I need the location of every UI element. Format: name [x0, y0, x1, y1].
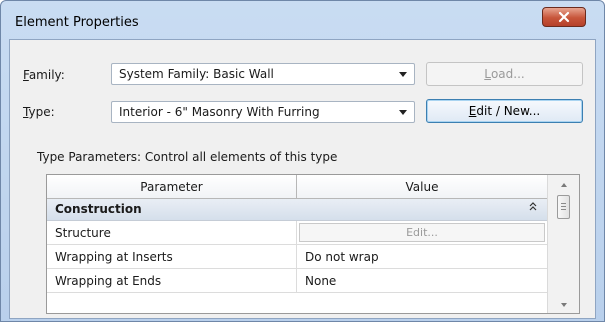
- scroll-thumb[interactable]: [557, 195, 570, 219]
- family-dropdown-value: System Family: Basic Wall: [119, 67, 274, 81]
- scroll-thumb-grip-icon: [561, 206, 566, 207]
- dialog-title: Element Properties: [15, 15, 139, 30]
- family-dropdown[interactable]: System Family: Basic Wall: [111, 63, 415, 85]
- parameter-value[interactable]: None: [297, 269, 547, 292]
- table-row: Wrapping at Inserts Do not wrap: [47, 245, 547, 269]
- close-icon: [558, 11, 570, 23]
- table-row: Structure Edit...: [47, 221, 547, 245]
- collapse-chevrons-icon[interactable]: [529, 202, 537, 215]
- dropdown-arrow-icon: [399, 110, 407, 115]
- edit-new-button[interactable]: Edit / New...: [426, 99, 583, 123]
- column-header-value[interactable]: Value: [297, 175, 547, 199]
- type-dropdown[interactable]: Interior - 6" Masonry With Furring: [111, 101, 415, 123]
- scroll-up-icon[interactable]: [561, 183, 567, 187]
- group-header-construction[interactable]: Construction: [47, 199, 547, 221]
- load-button[interactable]: Load...: [426, 62, 583, 86]
- vertical-scrollbar[interactable]: [547, 175, 579, 313]
- parameter-name: Wrapping at Inserts: [47, 245, 297, 268]
- scroll-thumb-grip-icon: [561, 209, 566, 210]
- dialog-body: Family: System Family: Basic Wall Load..…: [9, 39, 596, 319]
- family-label: Family:: [23, 68, 65, 82]
- element-properties-dialog: Element Properties Family: System Family…: [0, 0, 605, 322]
- type-dropdown-value: Interior - 6" Masonry With Furring: [119, 105, 320, 119]
- table-row: Wrapping at Ends None: [47, 269, 547, 293]
- structure-edit-button[interactable]: Edit...: [299, 223, 545, 242]
- title-bar[interactable]: Element Properties: [1, 1, 604, 39]
- dropdown-arrow-icon: [399, 72, 407, 77]
- type-label: Type:: [23, 105, 55, 119]
- type-parameters-caption: Type Parameters: Control all elements of…: [37, 150, 338, 164]
- scroll-down-icon[interactable]: [561, 303, 567, 307]
- parameter-value[interactable]: Do not wrap: [297, 245, 547, 268]
- parameter-name: Wrapping at Ends: [47, 269, 297, 292]
- close-button[interactable]: [542, 7, 586, 27]
- scroll-thumb-grip-icon: [561, 203, 566, 204]
- group-title: Construction: [55, 202, 142, 216]
- column-header-parameter[interactable]: Parameter: [47, 175, 297, 199]
- type-parameters-grid: Parameter Value Construction Structure E…: [46, 174, 580, 314]
- parameter-name: Structure: [47, 221, 297, 244]
